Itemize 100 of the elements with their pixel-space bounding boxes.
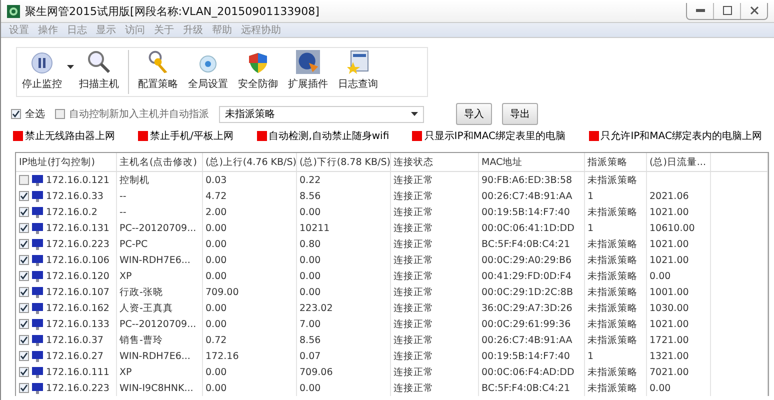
- row-checkbox[interactable]: [19, 239, 29, 249]
- row-checkbox[interactable]: [19, 287, 29, 297]
- rule-option[interactable]: 只显示IP和MAC绑定表里的电脑: [412, 129, 566, 143]
- row-checkbox[interactable]: [19, 319, 29, 329]
- policy-dropdown[interactable]: 未指派策略: [219, 106, 424, 122]
- toolbar-button[interactable]: 安全防御: [233, 48, 283, 96]
- table-cell: 709.06: [296, 364, 390, 380]
- plugin-icon: [295, 50, 321, 74]
- table-cell: 709.00: [202, 284, 296, 300]
- table-cell: 连接正常: [390, 284, 478, 300]
- row-checkbox[interactable]: [19, 191, 29, 201]
- minimize-icon: [696, 9, 704, 12]
- auto-assign-checkbox[interactable]: 自动控制新加入主机并自动指派: [55, 107, 209, 121]
- toolbar-button[interactable]: 停止监控: [17, 48, 67, 96]
- table-cell: 8.56: [296, 332, 390, 348]
- column-header[interactable]: MAC地址: [478, 153, 584, 172]
- table-cell: 未指派策略: [584, 204, 646, 220]
- row-checkbox[interactable]: [19, 255, 29, 265]
- gear-icon: [198, 54, 218, 74]
- table-cell: 0.03: [202, 172, 296, 188]
- table-cell: 4.72: [202, 188, 296, 204]
- column-header[interactable]: IP地址(打勾控制): [16, 153, 116, 172]
- row-checkbox[interactable]: [19, 303, 29, 313]
- table-cell: 1021.00: [646, 316, 710, 332]
- table-cell: WIN-I9C8HNK...: [116, 380, 202, 396]
- computer-icon: [32, 254, 43, 266]
- rule-option[interactable]: 只允许IP和MAC绑定表内的电脑上网: [588, 129, 762, 143]
- column-header[interactable]: (总)日流量...: [646, 153, 710, 172]
- ip-address: 172.16.0.107: [46, 286, 110, 298]
- table-cell: 1: [584, 188, 646, 204]
- row-checkbox[interactable]: [19, 351, 29, 361]
- table-cell: BC:5F:F4:0B:C4:21: [478, 236, 584, 252]
- column-header[interactable]: (总)下行(8.78 KB/S): [296, 153, 390, 172]
- rule-option[interactable]: 自动检测,自动禁止随身wifi: [256, 129, 390, 143]
- table-cell: 未指派策略: [584, 380, 646, 396]
- import-button[interactable]: 导入: [456, 103, 492, 125]
- row-checkbox[interactable]: [19, 383, 29, 393]
- table-cell: 0.00: [202, 220, 296, 236]
- ip-address: 172.16.0.131: [46, 222, 110, 234]
- table-cell: 1: [584, 348, 646, 364]
- table-cell: 连接正常: [390, 380, 478, 396]
- table-cell: PC--20120709...: [116, 220, 202, 236]
- row-checkbox[interactable]: [19, 271, 29, 281]
- table-cell: 1021.00: [646, 204, 710, 220]
- column-header[interactable]: (总)上行(4.76 KB/S): [202, 153, 296, 172]
- table-cell: 连接正常: [390, 364, 478, 380]
- toolbar-button[interactable]: 扫描主机: [74, 48, 124, 96]
- key-icon: [146, 50, 170, 74]
- table-cell: 连接正常: [390, 332, 478, 348]
- table-cell: 未指派策略: [584, 252, 646, 268]
- table-cell: 连接正常: [390, 316, 478, 332]
- table-cell: --: [116, 204, 202, 220]
- maximize-icon: [722, 6, 732, 15]
- column-header[interactable]: 连接状态: [390, 153, 478, 172]
- table-cell: 223.02: [296, 300, 390, 316]
- app-logo-icon: [7, 4, 20, 18]
- ip-address: 172.16.0.111: [46, 366, 110, 378]
- computer-icon: [32, 302, 43, 314]
- dropdown-caret-icon[interactable]: [67, 65, 74, 69]
- toolbar-button[interactable]: 配置策略: [133, 48, 183, 96]
- table-cell: 0.72: [202, 332, 296, 348]
- ip-address: 172.16.0.223: [46, 382, 110, 394]
- table-cell: 2021.06: [646, 188, 710, 204]
- toolbar-button[interactable]: 全局设置: [183, 48, 233, 96]
- export-button[interactable]: 导出: [502, 103, 538, 125]
- column-header[interactable]: 指派策略: [584, 153, 646, 172]
- table-cell: 0.00: [202, 316, 296, 332]
- table-cell: 行政-张晓: [116, 284, 202, 300]
- row-checkbox[interactable]: [19, 367, 29, 377]
- rule-option[interactable]: 禁止手机/平板上网: [138, 129, 234, 143]
- row-checkbox[interactable]: [19, 335, 29, 345]
- table-cell: 连接正常: [390, 236, 478, 252]
- table-cell: 连接正常: [390, 268, 478, 284]
- row-checkbox[interactable]: [19, 223, 29, 233]
- computer-icon: [32, 222, 43, 234]
- computer-icon: [32, 286, 43, 298]
- table-cell: 未指派策略: [584, 332, 646, 348]
- column-header[interactable]: 主机名(点击修改): [116, 153, 202, 172]
- rule-option[interactable]: 禁止无线路由器上网: [13, 129, 115, 143]
- computer-icon: [32, 238, 43, 250]
- computer-icon: [32, 382, 43, 394]
- table-cell: 36:0C:29:A7:3D:26: [478, 300, 584, 316]
- toolbar-button[interactable]: 日志查询: [333, 48, 383, 96]
- toolbar-button[interactable]: 扩展插件: [283, 48, 333, 96]
- table-cell: WIN-RDH7E6...: [116, 348, 202, 364]
- row-checkbox[interactable]: [19, 175, 29, 185]
- table-cell: 0.22: [296, 172, 390, 188]
- computer-icon: [32, 190, 43, 202]
- table-cell: 连接正常: [390, 172, 478, 188]
- select-all-checkbox[interactable]: 全选: [11, 107, 45, 121]
- ip-address: 172.16.0.33: [46, 190, 104, 202]
- table-cell: 0.00: [202, 364, 296, 380]
- row-checkbox[interactable]: [19, 207, 29, 217]
- table-cell: 1021.00: [646, 236, 710, 252]
- table-cell: 0.00: [202, 252, 296, 268]
- table-cell: 00:26:C7:4B:91:AA: [478, 188, 584, 204]
- search-icon: [87, 50, 111, 74]
- table-cell: 未指派策略: [584, 300, 646, 316]
- table-cell: 人资-王真真: [116, 300, 202, 316]
- table-cell: 0.00: [202, 268, 296, 284]
